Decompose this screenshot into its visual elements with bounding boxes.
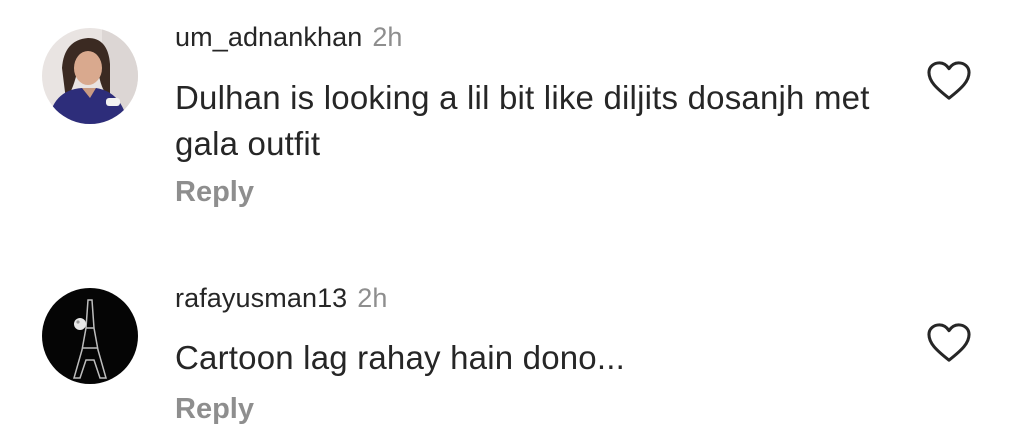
username-link[interactable]: um_adnankhan xyxy=(175,22,362,52)
comment-header: rafayusman13 2h xyxy=(175,283,387,314)
heart-outline-icon xyxy=(927,61,971,100)
user-photo xyxy=(42,288,138,384)
timestamp: 2h xyxy=(357,283,388,313)
like-button[interactable] xyxy=(926,322,972,364)
avatar[interactable] xyxy=(42,28,138,124)
comment-header: um_adnankhan 2h xyxy=(175,22,402,53)
like-button[interactable] xyxy=(926,60,972,102)
heart-outline-icon xyxy=(927,323,971,362)
user-photo xyxy=(42,28,138,124)
reply-button[interactable]: Reply xyxy=(175,176,254,209)
comment-text: Cartoon lag rahay hain dono... xyxy=(175,339,625,376)
comment-text: Dulhan is looking a lil bit like diljits… xyxy=(175,79,870,162)
timestamp: 2h xyxy=(372,22,403,52)
reply-button[interactable]: Reply xyxy=(175,393,254,426)
username-link[interactable]: rafayusman13 xyxy=(175,283,347,313)
avatar[interactable] xyxy=(42,288,138,384)
